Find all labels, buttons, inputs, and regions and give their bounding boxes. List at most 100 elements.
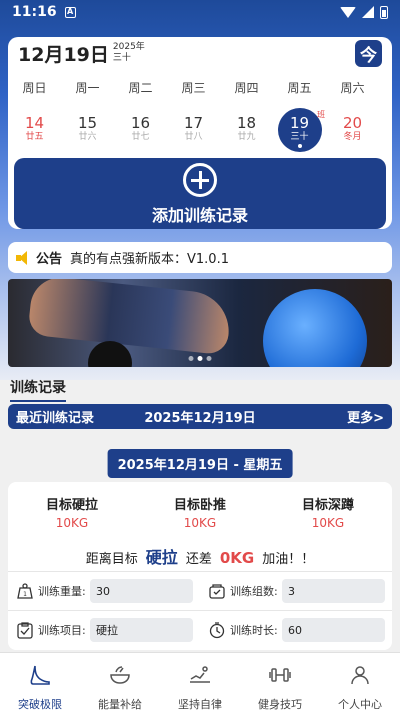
target-title: 目标深蹲 [301, 498, 354, 513]
today-button[interactable]: 今 [355, 39, 382, 67]
clipboard-icon [17, 622, 33, 639]
record-fields: 1 训练重量: 30 训练组数: 3 训练项目: 硬拉 训练时长: 60 [8, 571, 392, 649]
weekday-label: 周一 [75, 81, 100, 95]
calendar-day[interactable]: 18 廿九 [220, 108, 273, 152]
day-number: 16 [130, 114, 151, 132]
calendar-day[interactable]: 16 廿七 [114, 108, 167, 152]
item-field: 训练项目: 硬拉 [8, 611, 200, 649]
calendar-date: 12月19日 [18, 43, 109, 66]
gap-mid: 还差 [185, 552, 212, 567]
target-bench: 目标卧推 10KG [136, 494, 264, 530]
tab-label: 个人中心 [338, 698, 382, 711]
notice-bar[interactable]: 公告 真的有点强新版本：V1.0.1 [8, 242, 392, 273]
targets-row: 目标硬拉 10KG 目标卧推 10KG 目标深蹲 10KG [8, 482, 392, 530]
clock: 11:16 [12, 4, 57, 20]
item-input[interactable]: 硬拉 [90, 618, 193, 642]
day-lunar: 廿九 [237, 132, 256, 142]
gap-exercise: 硬拉 [145, 548, 178, 567]
day-number: 19 [289, 114, 310, 132]
status-bar: 11:16 A [0, 0, 400, 24]
day-lunar: 廿六 [78, 132, 97, 142]
day-lunar: 三十 [290, 132, 309, 142]
calendar-day[interactable]: 15 廿六 [61, 108, 114, 152]
record-date-title: 2025年12月19日 - 星期五 [107, 449, 293, 478]
tab-tips[interactable]: 健身技巧 [240, 653, 320, 712]
tab-label: 突破极限 [18, 698, 62, 711]
gap-suffix: 加油！！ [262, 552, 315, 567]
calendar-year: 2025年 [112, 42, 145, 52]
plus-circle-icon [183, 163, 217, 197]
bottom-tab-bar: 突破极限 能量补给 坚持自律 健身技巧 个人中心 [0, 652, 400, 712]
carousel-dot [188, 356, 194, 361]
target-value: 10KG [55, 516, 89, 530]
weekday-row: 周日 周一 周二 周三 周四 周五 周六 [8, 79, 392, 96]
timer-icon [209, 622, 225, 639]
add-record-button[interactable]: 添加训练记录 [14, 158, 386, 229]
weight-icon: 1 [17, 583, 33, 599]
item-label: 训练项目: [38, 624, 86, 637]
banner-carousel[interactable] [8, 279, 392, 367]
target-value: 10KG [183, 516, 217, 530]
day-lunar: 廿八 [184, 132, 203, 142]
notice-text: 真的有点强新版本：V1.0.1 [70, 252, 229, 267]
weight-input[interactable]: 30 [90, 579, 193, 603]
weekday-label: 周二 [128, 81, 153, 95]
calendar-day[interactable]: 14 廿五 [8, 108, 61, 152]
bowl-icon [110, 666, 130, 684]
weight-label: 训练重量: [38, 585, 86, 598]
duration-field: 训练时长: 60 [200, 611, 392, 649]
target-value: 10KG [311, 516, 345, 530]
target-title: 目标卧推 [173, 498, 226, 513]
tab-label: 健身技巧 [258, 698, 302, 711]
signal-icon [362, 6, 374, 18]
duration-label: 训练时长: [230, 624, 278, 637]
target-gap-line: 距离目标 硬拉 还差 0KG 加油！！ [8, 544, 392, 568]
notification-icon: A [64, 6, 76, 18]
duration-input[interactable]: 60 [282, 618, 385, 642]
banner-medicine-ball [88, 341, 132, 367]
carousel-dot-active [197, 356, 203, 361]
day-lunar: 廿五 [25, 132, 44, 142]
tab-breakthrough[interactable]: 突破极限 [0, 653, 80, 712]
record-card: 目标硬拉 10KG 目标卧推 10KG 目标深蹲 10KG 距离目标 硬拉 还差… [8, 482, 392, 650]
target-squat: 目标深蹲 10KG [264, 494, 392, 530]
calendar-day[interactable]: 20 冬月 [326, 108, 379, 152]
banner-person-image [27, 279, 233, 356]
carousel-dot [206, 356, 212, 361]
calendar-day-selected[interactable]: 班 19 三十 [273, 108, 326, 152]
tab-profile[interactable]: 个人中心 [320, 653, 400, 712]
section-title: 训练记录 [10, 377, 66, 402]
recent-records-bar: 最近训练记录 2025年12月19日 更多> [8, 404, 392, 429]
sets-label: 训练组数: [230, 585, 278, 598]
add-record-label: 添加训练记录 [151, 206, 248, 225]
day-row: 14 廿五 15 廿六 16 廿七 17 廿八 18 廿九 班 19 三十 20… [8, 108, 392, 152]
sets-input[interactable]: 3 [282, 579, 385, 603]
banner-exercise-ball [263, 289, 367, 367]
tab-label: 能量补给 [98, 698, 142, 711]
gap-amount: 0KG [219, 549, 255, 567]
day-number: 18 [236, 114, 257, 132]
day-lunar: 冬月 [343, 132, 362, 142]
tab-label: 坚持自律 [178, 698, 222, 711]
svg-text:1: 1 [23, 591, 27, 598]
day-number: 20 [342, 114, 363, 132]
dumbbell-icon [269, 668, 291, 682]
target-title: 目标硬拉 [45, 498, 98, 513]
target-deadlift: 目标硬拉 10KG [8, 494, 136, 530]
speaker-icon [16, 250, 32, 265]
tab-nutrition[interactable]: 能量补给 [80, 653, 160, 712]
weekday-label: 周六 [340, 81, 365, 95]
more-link[interactable]: 更多> [347, 407, 384, 426]
field-row: 1 训练重量: 30 训练组数: 3 [8, 571, 392, 610]
day-number: 14 [24, 114, 45, 132]
wifi-icon [340, 6, 356, 18]
field-row: 训练项目: 硬拉 训练时长: 60 [8, 610, 392, 649]
day-number: 17 [183, 114, 204, 132]
calendar-lunar: 三十 [112, 53, 131, 63]
tab-discipline[interactable]: 坚持自律 [160, 653, 240, 712]
calendar-year-lunar: 2025年 三十 [113, 42, 145, 64]
foot-icon [30, 665, 50, 685]
calendar-day[interactable]: 17 廿八 [167, 108, 220, 152]
sets-icon [209, 584, 225, 599]
day-lunar: 廿七 [131, 132, 150, 142]
